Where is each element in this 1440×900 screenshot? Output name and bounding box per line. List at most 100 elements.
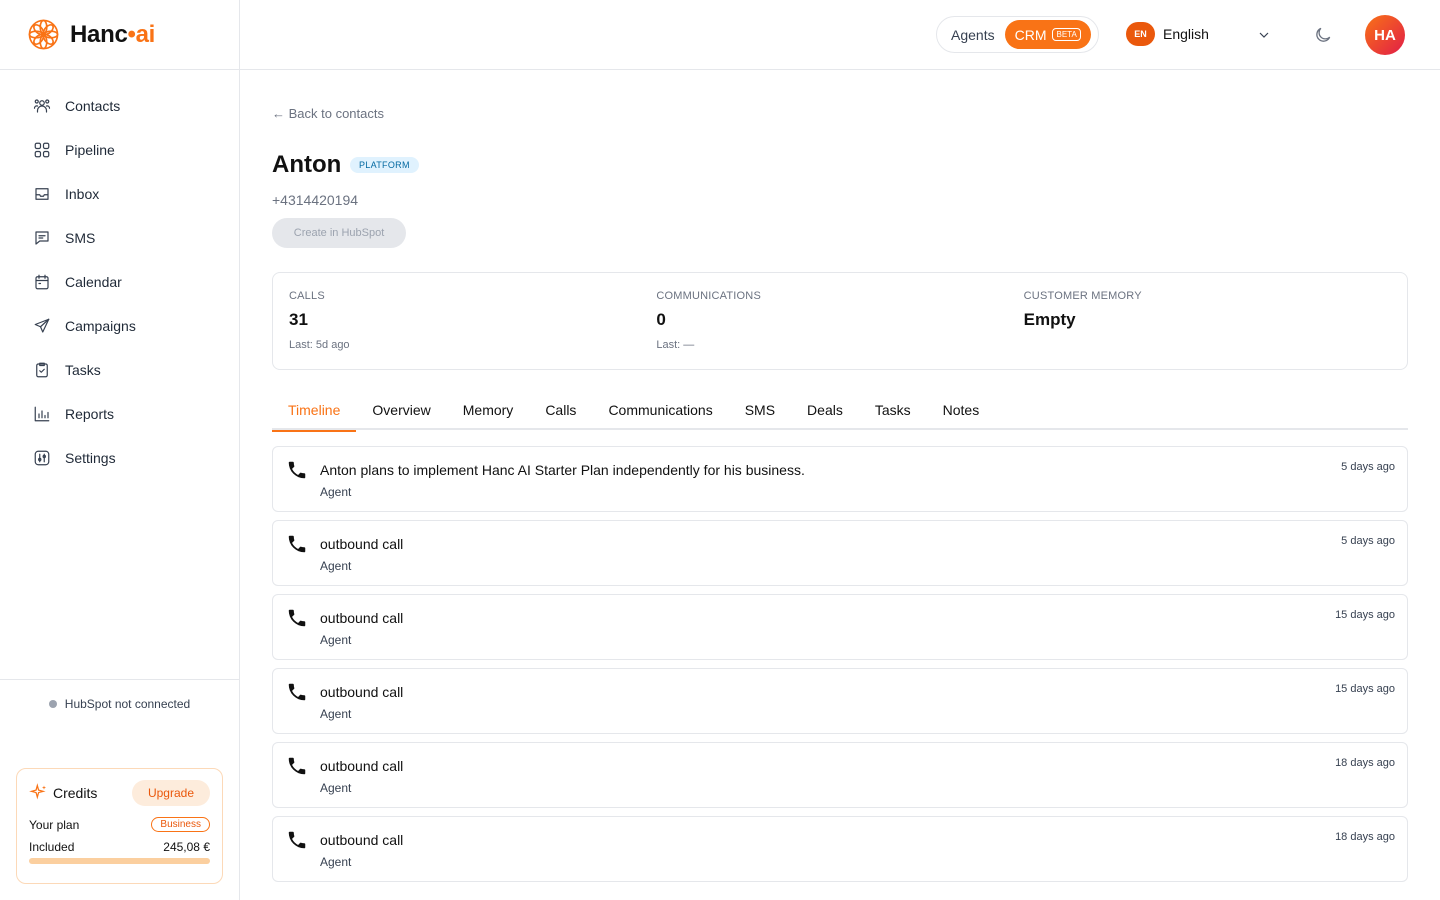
stats-card: CALLS 31 Last: 5d ago COMMUNICATIONS 0 L… xyxy=(272,272,1408,370)
stat-label: CALLS xyxy=(289,290,325,302)
brand-name: Hanc•ai xyxy=(70,20,156,48)
tab-timeline[interactable]: Timeline xyxy=(272,392,357,432)
logo-flower-icon xyxy=(28,19,59,50)
sidebar-item-label: Settings xyxy=(65,450,116,466)
chart-icon xyxy=(34,406,50,422)
beta-badge: BETA xyxy=(1052,28,1081,41)
mode-agents-button[interactable]: Agents xyxy=(951,27,995,43)
timeline-source: Agent xyxy=(320,707,352,721)
mode-crm-button[interactable]: CRM BETA xyxy=(1004,20,1091,49)
chevron-down-icon[interactable] xyxy=(1256,27,1272,43)
phone-icon xyxy=(288,535,306,553)
timeline-item[interactable]: outbound call Agent 5 days ago xyxy=(272,520,1408,586)
timeline-time: 5 days ago xyxy=(1341,461,1395,473)
crm-label: CRM xyxy=(1014,26,1047,43)
credits-progress-bar xyxy=(29,858,210,864)
timeline-item[interactable]: outbound call Agent 18 days ago xyxy=(272,742,1408,808)
timeline-item[interactable]: outbound call Agent 18 days ago xyxy=(272,816,1408,882)
tab-memory[interactable]: Memory xyxy=(447,392,530,430)
tab-bar: Timeline Overview Memory Calls Communication… xyxy=(272,392,1408,432)
stat-label: COMMUNICATIONS xyxy=(656,290,761,302)
tab-tasks[interactable]: Tasks xyxy=(859,392,927,430)
timeline-time: 15 days ago xyxy=(1335,683,1395,695)
plan-badge: Business xyxy=(151,817,210,832)
stat-value: 31 xyxy=(289,310,308,329)
timeline-title: outbound call xyxy=(320,684,404,700)
sidebar-item-tasks[interactable]: Tasks xyxy=(0,348,239,392)
timeline-item[interactable]: outbound call Agent 15 days ago xyxy=(272,594,1408,660)
sidebar-item-label: Pipeline xyxy=(65,142,115,158)
timeline-item[interactable]: outbound call Agent 15 days ago xyxy=(272,668,1408,734)
create-in-hubspot-button[interactable]: Create in HubSpot xyxy=(272,218,406,248)
timeline-item[interactable]: Anton plans to implement Hanc AI Starter… xyxy=(272,446,1408,512)
credits-progress-fill xyxy=(29,858,210,864)
sidebar-nav: Contacts Pipeline Inbox SMS Calendar Cam… xyxy=(0,70,239,480)
timeline-time: 15 days ago xyxy=(1335,609,1395,621)
back-to-contacts-link[interactable]: ← Back to contacts xyxy=(272,106,384,121)
sidebar-item-sms[interactable]: SMS xyxy=(0,216,239,260)
settings-icon xyxy=(34,450,50,466)
phone-icon xyxy=(288,683,306,701)
timeline-source: Agent xyxy=(320,559,352,573)
language-selector[interactable]: EN English xyxy=(1126,22,1209,46)
language-label: English xyxy=(1163,26,1209,42)
platform-badge: PLATFORM xyxy=(350,157,419,173)
sidebar-item-label: Campaigns xyxy=(65,318,136,334)
phone-icon xyxy=(288,609,306,627)
tab-communications[interactable]: Communications xyxy=(592,392,728,430)
moon-icon[interactable] xyxy=(1313,25,1333,45)
sidebar-item-label: Reports xyxy=(65,406,115,422)
stat-calls: CALLS 31 Last: 5d ago xyxy=(289,290,656,352)
language-code-badge: EN xyxy=(1126,22,1155,46)
credits-card: Credits Upgrade Your plan Business Inclu… xyxy=(16,768,223,884)
status-dot-icon xyxy=(48,700,57,708)
timeline-title: Anton plans to implement Hanc AI Starter… xyxy=(320,462,805,478)
sidebar-item-label: Calendar xyxy=(65,274,122,290)
calendar-icon xyxy=(35,274,49,290)
stat-sub: Last: 5d ago xyxy=(289,339,350,351)
sidebar-item-contacts[interactable]: Contacts xyxy=(0,84,239,128)
tab-sms[interactable]: SMS xyxy=(729,392,791,430)
upgrade-button[interactable]: Upgrade xyxy=(131,780,210,806)
mode-toggle: Agents CRM BETA xyxy=(936,16,1099,53)
phone-icon xyxy=(288,757,306,775)
stat-customer-memory: CUSTOMER MEMORY Empty xyxy=(1024,290,1391,352)
sidebar-divider xyxy=(0,679,239,680)
pipeline-icon xyxy=(34,142,50,158)
timeline-title: outbound call xyxy=(320,610,404,626)
sidebar-item-reports[interactable]: Reports xyxy=(0,392,239,436)
timeline-title: outbound call xyxy=(320,832,404,848)
plan-label: Your plan xyxy=(29,817,80,832)
phone-icon xyxy=(288,461,306,479)
top-header: Agents CRM BETA EN English HA xyxy=(240,0,1440,70)
sidebar-item-label: SMS xyxy=(65,230,96,246)
timeline-title: outbound call xyxy=(320,758,404,774)
sidebar-item-calendar[interactable]: Calendar xyxy=(0,260,239,304)
included-label: Included xyxy=(29,840,75,854)
stat-sub: Last: — xyxy=(656,339,695,351)
sidebar-item-campaigns[interactable]: Campaigns xyxy=(0,304,239,348)
sidebar: Hanc•ai Contacts Pipeline Inbox SMS Cale… xyxy=(0,0,240,900)
sparkle-icon xyxy=(29,783,47,800)
sidebar-item-label: Contacts xyxy=(65,98,121,114)
sidebar-item-label: Inbox xyxy=(65,186,100,202)
tab-calls[interactable]: Calls xyxy=(529,392,592,430)
sms-icon xyxy=(35,231,49,245)
avatar[interactable]: HA xyxy=(1365,15,1405,55)
sidebar-item-pipeline[interactable]: Pipeline xyxy=(0,128,239,172)
timeline-time: 18 days ago xyxy=(1335,757,1395,769)
timeline-time: 18 days ago xyxy=(1335,831,1395,843)
clipboard-icon xyxy=(36,362,48,378)
tab-notes[interactable]: Notes xyxy=(927,392,996,430)
tab-deals[interactable]: Deals xyxy=(791,392,859,430)
tab-overview[interactable]: Overview xyxy=(356,392,446,430)
logo[interactable]: Hanc•ai xyxy=(0,0,239,70)
sidebar-item-inbox[interactable]: Inbox xyxy=(0,172,239,216)
phone-icon xyxy=(288,831,306,849)
stat-value: 0 xyxy=(656,310,666,329)
timeline-source: Agent xyxy=(320,781,352,795)
sidebar-item-settings[interactable]: Settings xyxy=(0,436,239,480)
timeline-title: outbound call xyxy=(320,536,404,552)
inbox-icon xyxy=(35,188,49,200)
timeline-source: Agent xyxy=(320,855,352,869)
